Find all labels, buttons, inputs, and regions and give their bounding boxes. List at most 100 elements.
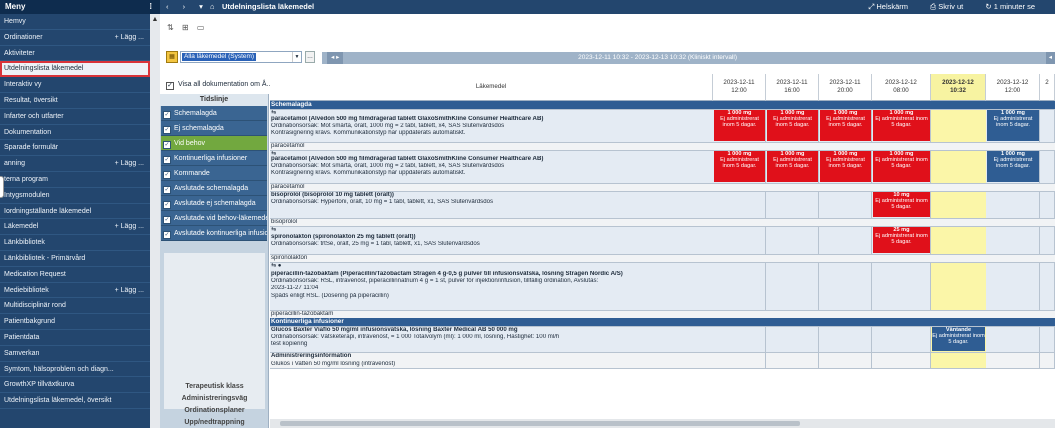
sidebar-scrollbar[interactable]: ▲ — [150, 14, 160, 428]
dose-cell[interactable]: 1 000 mg Ej administrerat inom 5 dagar. — [820, 110, 871, 141]
time-column-header[interactable]: 2023-12-11 12:00 — [713, 74, 766, 101]
category-item[interactable]: ✓ Avslutade schemalagda — [161, 181, 267, 196]
dose-cell[interactable]: 1 000 mg Ej administrerat inom 5 dagar. — [767, 151, 818, 182]
checkbox-icon[interactable]: ✓ — [163, 201, 171, 209]
add-button[interactable]: + Lägg ... — [115, 156, 144, 171]
time-column-header[interactable]: 2023-12-12 08:00 — [872, 74, 931, 101]
toolbar-icons[interactable]: ⇅ ⊞ ▭ — [167, 23, 207, 32]
add-button[interactable]: + Lägg ... — [115, 30, 144, 45]
sidebar-item[interactable]: Iordningställande läkemedel — [0, 204, 150, 220]
med-note: test kopiering — [271, 341, 308, 347]
sidebar-item[interactable]: Infarter och utfarter — [0, 109, 150, 125]
checkbox-checked-icon[interactable]: ✓ — [166, 82, 174, 90]
add-button[interactable]: + Lägg ... — [115, 283, 144, 298]
home-icon[interactable]: ⌂ — [210, 0, 215, 14]
time-column-header[interactable]: 2 — [1040, 74, 1055, 101]
pin-icon[interactable]: ⁞ — [149, 0, 152, 14]
sidebar-item[interactable]: Hemvy — [0, 14, 150, 30]
refresh-button[interactable]: ↻ 1 minuter se — [985, 2, 1045, 11]
checkbox-icon[interactable]: ✓ — [163, 126, 171, 134]
group-header-infusions[interactable]: Kontinuerliga infusioner — [270, 318, 1055, 326]
category-item[interactable]: ✓ Avslutade kontinuerliga infusio — [161, 226, 267, 241]
show-all-docs-checkbox[interactable]: ✓ Visa all dokumentation om Å... — [166, 81, 272, 90]
sidebar-item[interactable]: Patientdata — [0, 330, 150, 346]
sidebar-item[interactable]: Multidisciplinär rond — [0, 298, 150, 315]
print-button[interactable]: ⎙ Skriv ut — [930, 2, 973, 11]
category-item[interactable]: ✓ Kontinuerliga infusioner — [161, 151, 267, 166]
category-item[interactable]: ✓ Kommande — [161, 166, 267, 181]
sidebar-item[interactable]: Länkbibliotek — [0, 235, 150, 251]
category-item[interactable]: ✓ Schemalagda — [161, 106, 267, 121]
tab-order-plans[interactable]: Ordinationsplaner — [160, 405, 269, 417]
add-button[interactable]: + Lägg ... — [115, 219, 144, 234]
chevron-down-icon[interactable]: ▼ — [292, 52, 301, 62]
category-label: Avslutade kontinuerliga infusio — [174, 230, 267, 237]
sidebar-item-label: Utdelningslista läkemedel, översikt — [4, 397, 112, 405]
category-item[interactable]: ✓ Vid behov — [161, 136, 267, 151]
checkbox-icon[interactable]: ✓ — [163, 171, 171, 179]
checkbox-icon[interactable]: ✓ — [163, 231, 171, 239]
sidebar-resize-handle[interactable] — [0, 176, 4, 198]
dose-cell[interactable]: 1 000 mg Ej administrerat inom 5 dagar. — [987, 110, 1039, 141]
dose-cell[interactable]: 1 000 mg Ej administrerat inom 5 dagar. — [714, 151, 765, 182]
filter-icon[interactable]: ▦ — [166, 51, 178, 63]
category-item[interactable]: ✓ Avslutade ej schemalagda — [161, 196, 267, 211]
sidebar-item[interactable]: Utdelningslista läkemedel — [0, 61, 150, 78]
sidebar-item[interactable]: Symtom, hälsoproblem och diagn... — [0, 362, 150, 378]
scroll-thumb[interactable] — [280, 421, 800, 426]
fullscreen-button[interactable]: ⤢ Helskärm — [868, 2, 918, 11]
time-column-header[interactable]: 2023-12-11 16:00 — [766, 74, 819, 101]
sidebar-item[interactable]: Sparade formulär — [0, 140, 150, 157]
sidebar-item[interactable]: Ordinationer + Lägg ... — [0, 30, 150, 46]
sidebar-item[interactable]: Länkbibliotek - Primärvård — [0, 251, 150, 267]
order-icon[interactable]: ⇆ — [271, 227, 712, 234]
tab-titration[interactable]: Upp/nedtrappning — [160, 417, 269, 429]
sidebar-item[interactable]: Interaktiv vy — [0, 77, 150, 93]
time-column-header[interactable]: 2023-12-12 10:32 — [931, 74, 986, 101]
sidebar-item[interactable]: Samverkan — [0, 346, 150, 362]
checkbox-icon[interactable]: ✓ — [163, 216, 171, 224]
scroll-up-icon[interactable]: ▲ — [151, 16, 159, 24]
sidebar-item[interactable]: terna program — [0, 172, 150, 188]
checkbox-icon[interactable]: ✓ — [163, 111, 171, 119]
sidebar-item[interactable]: Intygsmodulen — [0, 188, 150, 204]
order-icon[interactable]: ⇆ ● — [271, 263, 712, 270]
dose-cell[interactable]: 1 000 mg Ej administrerat inom 5 dagar. — [873, 151, 930, 182]
dose-cell[interactable]: 10 mg Ej administrerat inom 5 dagar. — [873, 192, 930, 217]
sidebar-item[interactable]: Dokumentation — [0, 125, 150, 141]
dose-cell[interactable]: 1 000 mg Ej administrerat inom 5 dagar. — [714, 110, 765, 141]
dose-cell[interactable]: 1 000 mg Ej administrerat inom 5 dagar. — [873, 110, 930, 141]
interval-nav-icon[interactable]: ◂ ▸ — [327, 52, 344, 64]
nav-arrows[interactable]: ‹ › ▾ — [166, 0, 209, 14]
checkbox-icon[interactable]: ✓ — [163, 186, 171, 194]
dose-cell[interactable]: Väntande Ej administrerat inom 5 dagar. — [932, 327, 985, 351]
sidebar-item[interactable]: Utdelningslista läkemedel, översikt — [0, 393, 150, 409]
category-item[interactable]: ✓ Ej schemalagda — [161, 121, 267, 136]
dose-cell[interactable]: 25 mg Ej administrerat inom 5 dagar. — [873, 227, 930, 253]
dose-cell[interactable]: 1 000 mg Ej administrerat inom 5 dagar. — [987, 151, 1039, 182]
drug-filter-select[interactable]: Alla läkemedel (System) ▼ — [180, 51, 302, 63]
time-column-header[interactable]: 2023-12-12 12:00 — [986, 74, 1040, 101]
sidebar-item[interactable]: Resultat, översikt — [0, 93, 150, 109]
checkbox-icon[interactable]: ✓ — [163, 141, 171, 149]
category-item[interactable]: ✓ Avslutade vid behov-läkemede — [161, 211, 267, 226]
timeline-header[interactable]: Tidslinje — [160, 94, 268, 106]
time-column-header[interactable]: 2023-12-11 20:00 — [819, 74, 872, 101]
filter-more-button[interactable]: … — [305, 51, 315, 63]
sidebar-item[interactable]: Aktiviteter — [0, 46, 150, 62]
checkbox-icon[interactable]: ✓ — [163, 156, 171, 164]
tab-therapeutic-class[interactable]: Terapeutisk klass — [160, 381, 269, 393]
horizontal-scrollbar[interactable] — [270, 419, 1055, 428]
sidebar-item[interactable]: Patientbakgrund — [0, 314, 150, 330]
sidebar-item[interactable]: GrowthXP tillväxtkurva — [0, 377, 150, 394]
sidebar-header: Meny ⁞ — [0, 0, 160, 14]
sidebar-item[interactable]: Medication Request — [0, 267, 150, 283]
sidebar-item[interactable]: anning + Lägg ... — [0, 156, 150, 172]
tab-admin-route[interactable]: Administreringsväg — [160, 393, 269, 405]
group-header-scheduled[interactable]: Schemalagda — [270, 101, 1055, 109]
dose-cell[interactable]: 1 000 mg Ej administrerat inom 5 dagar. — [767, 110, 818, 141]
sidebar-item[interactable]: Mediebibliotek + Lägg ... — [0, 283, 150, 299]
interval-next-icon[interactable]: ◂ — [1045, 52, 1055, 64]
sidebar-item[interactable]: Läkemedel + Lägg ... — [0, 219, 150, 236]
dose-cell[interactable]: 1 000 mg Ej administrerat inom 5 dagar. — [820, 151, 871, 182]
